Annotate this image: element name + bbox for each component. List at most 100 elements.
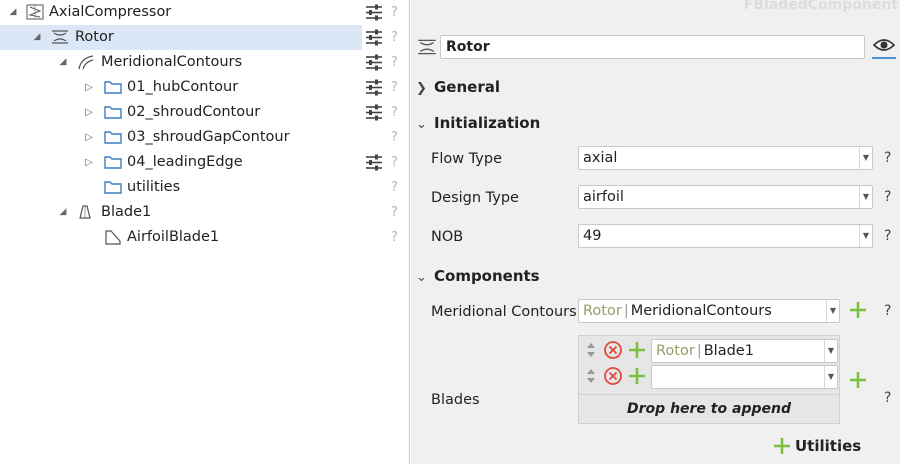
- dropdown-arrow-icon[interactable]: ▼: [859, 147, 872, 169]
- help-icon[interactable]: ?: [884, 389, 891, 407]
- reference-prefix: Rotor: [583, 303, 622, 319]
- dropdown-arrow-icon[interactable]: ▼: [824, 340, 837, 362]
- filter-icon[interactable]: [363, 103, 385, 122]
- flow-type-label: Flow Type: [431, 151, 503, 167]
- dropdown-arrow-icon[interactable]: ▼: [859, 225, 872, 247]
- chevron-down-icon: ⌄: [416, 270, 427, 285]
- tree-item-axialcompressor[interactable]: ◢ AxialCompressor ?: [0, 0, 410, 25]
- reference-value: Blade1: [703, 343, 754, 359]
- insert-blade-button[interactable]: [627, 340, 647, 360]
- help-icon[interactable]: ?: [391, 229, 401, 247]
- tree-item-shroudgapcontour[interactable]: ▷ 03_shroudGapContour ?: [0, 125, 410, 150]
- collapse-arrow-icon[interactable]: ◢: [58, 207, 68, 218]
- tree-item-rotor[interactable]: ◢ Rotor ?: [0, 25, 410, 50]
- folder-icon: [103, 178, 123, 196]
- chevron-down-icon: ⌄: [416, 117, 427, 132]
- tree-item-label: 01_hubContour: [127, 79, 239, 95]
- blades-label: Blades: [431, 392, 480, 408]
- filter-icon[interactable]: [363, 153, 385, 172]
- tree-item-label: 03_shroudGapContour: [127, 129, 290, 145]
- tree-item-leadingedge[interactable]: ▷ 04_leadingEdge ?: [0, 150, 410, 175]
- collapse-arrow-icon[interactable]: ◢: [58, 57, 68, 68]
- tree-item-blade1[interactable]: ◢ Blade1 ?: [0, 200, 410, 225]
- filter-icon[interactable]: [363, 78, 385, 97]
- add-meridional-contours-button[interactable]: [848, 300, 868, 320]
- tree-item-label: Blade1: [101, 204, 152, 220]
- reorder-icon[interactable]: [585, 367, 597, 385]
- help-icon[interactable]: ?: [391, 29, 401, 47]
- meridional-contours-select[interactable]: Rotor | MeridionalContours ▼: [578, 299, 840, 323]
- reference-separator: |: [623, 303, 629, 319]
- expand-arrow-icon[interactable]: ▷: [84, 107, 94, 118]
- chevron-right-icon: ❯: [416, 81, 427, 96]
- tree-item-utilities[interactable]: utilities ?: [0, 175, 410, 200]
- section-title: General: [434, 78, 500, 96]
- section-title: Components: [434, 267, 540, 285]
- collapse-arrow-icon[interactable]: ◢: [8, 7, 18, 18]
- help-icon[interactable]: ?: [391, 4, 401, 22]
- tree-item-label: utilities: [127, 179, 181, 195]
- help-icon[interactable]: ?: [391, 204, 401, 222]
- section-initialization[interactable]: ⌄ Initialization: [416, 112, 540, 134]
- nob-value: 49: [583, 228, 602, 244]
- tree-item-label: Rotor: [75, 29, 114, 45]
- blade-select[interactable]: ▼: [651, 365, 838, 389]
- tree-item-label: AirfoilBlade1: [127, 229, 220, 245]
- help-icon[interactable]: ?: [391, 129, 401, 147]
- airfoil-icon: [103, 228, 123, 246]
- help-icon[interactable]: ?: [391, 104, 401, 122]
- help-icon[interactable]: ?: [391, 154, 401, 172]
- insert-blade-button[interactable]: [627, 366, 647, 386]
- help-icon[interactable]: ?: [884, 188, 891, 206]
- filter-icon[interactable]: [363, 28, 385, 47]
- section-title: Initialization: [434, 114, 541, 132]
- section-general[interactable]: ❯ General: [416, 76, 500, 98]
- blade-select[interactable]: Rotor | Blade1 ▼: [651, 339, 838, 363]
- remove-blade-button[interactable]: [603, 340, 623, 360]
- tree-item-meridionalcontours[interactable]: ◢ MeridionalContours ?: [0, 50, 410, 75]
- folder-icon: [103, 78, 123, 96]
- tree-item-airfoilblade1[interactable]: AirfoilBlade1 ?: [0, 225, 410, 250]
- property-panel: FBladedComponent Rotor ❯ General ⌄ Initial…: [411, 0, 900, 464]
- help-icon[interactable]: ?: [391, 54, 401, 72]
- meridional-contours-label: Meridional Contours: [431, 304, 577, 320]
- dropdown-arrow-icon[interactable]: ▼: [826, 300, 839, 322]
- tree-item-hubcontour[interactable]: ▷ 01_hubContour ?: [0, 75, 410, 100]
- nob-label: NOB: [431, 229, 464, 245]
- expand-arrow-icon[interactable]: ▷: [84, 132, 94, 143]
- filter-icon[interactable]: [363, 3, 385, 22]
- collapse-arrow-icon[interactable]: ◢: [32, 32, 42, 43]
- section-components[interactable]: ⌄ Components: [416, 265, 540, 287]
- reorder-icon[interactable]: [585, 341, 597, 359]
- add-blade-button[interactable]: [848, 370, 868, 390]
- help-icon[interactable]: ?: [884, 227, 891, 245]
- reference-separator: |: [696, 343, 702, 359]
- rotor-icon: [50, 28, 70, 46]
- design-type-value: airfoil: [583, 189, 624, 205]
- reference-value: MeridionalContours: [630, 303, 772, 319]
- flow-type-select[interactable]: axial ▼: [578, 146, 873, 170]
- help-icon[interactable]: ?: [391, 179, 401, 197]
- help-icon[interactable]: ?: [391, 79, 401, 97]
- folder-icon: [103, 103, 123, 121]
- filter-icon[interactable]: [363, 53, 385, 72]
- add-utilities-button[interactable]: Utilities: [795, 436, 861, 456]
- contours-icon: [76, 53, 96, 71]
- dropdown-arrow-icon[interactable]: ▼: [859, 186, 872, 208]
- component-name-field[interactable]: Rotor: [440, 35, 865, 59]
- help-icon[interactable]: ?: [884, 302, 891, 320]
- design-type-select[interactable]: airfoil ▼: [578, 185, 873, 209]
- eye-icon[interactable]: [872, 34, 896, 59]
- tree-item-shroudcontour[interactable]: ▷ 02_shroudContour ?: [0, 100, 410, 125]
- tree-item-label: MeridionalContours: [101, 54, 243, 70]
- rotor-icon: [416, 37, 438, 57]
- add-utilities-icon[interactable]: [772, 436, 792, 456]
- remove-blade-button[interactable]: [603, 366, 623, 386]
- nob-input[interactable]: 49 ▼: [578, 224, 873, 248]
- dropdown-arrow-icon[interactable]: ▼: [824, 366, 837, 388]
- expand-arrow-icon[interactable]: ▷: [84, 82, 94, 93]
- help-icon[interactable]: ?: [884, 149, 891, 167]
- drop-zone[interactable]: Drop here to append: [579, 394, 839, 423]
- design-type-label: Design Type: [431, 190, 519, 206]
- expand-arrow-icon[interactable]: ▷: [84, 157, 94, 168]
